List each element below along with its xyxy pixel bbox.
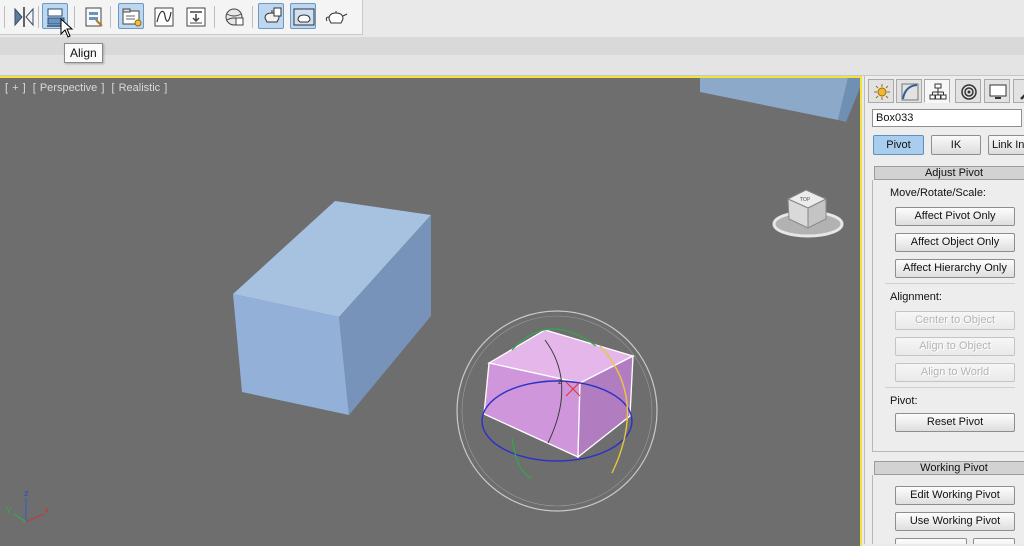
render-teapot-button[interactable] <box>322 3 348 29</box>
toolbar-separator <box>214 6 215 28</box>
hierarchy-tab[interactable] <box>924 79 950 103</box>
affect-pivot-only-button[interactable]: Affect Pivot Only <box>895 207 1015 226</box>
gizmo-axis-label: z <box>558 377 562 386</box>
create-star-icon <box>874 84 890 100</box>
viewport-label[interactable]: [ + ] [ Perspective ] [ Realistic ] <box>5 82 170 94</box>
display-monitor-icon <box>989 84 1007 99</box>
layer-manager-icon <box>85 7 103 27</box>
toolbar-separator <box>110 6 111 28</box>
group-divider <box>885 283 1015 284</box>
main-toolbar <box>0 0 363 35</box>
link-info-mode-button[interactable]: Link Info <box>988 135 1024 155</box>
material-editor-button[interactable] <box>220 3 246 29</box>
rendered-frame-icon <box>293 8 315 26</box>
affect-hierarchy-only-button[interactable]: Affect Hierarchy Only <box>895 259 1015 278</box>
mouse-cursor-icon <box>60 18 74 38</box>
toolbar-separator <box>252 6 253 28</box>
utilities-tab[interactable] <box>1013 79 1024 103</box>
adjust-pivot-title: Adjust Pivot <box>924 167 984 179</box>
working-pivot-title: Working Pivot <box>920 462 988 474</box>
axis-tripod: z x y <box>6 489 50 523</box>
scene-explorer-icon <box>122 8 142 27</box>
pivot-mode-button[interactable]: Pivot <box>873 135 924 155</box>
align-tooltip: Align <box>64 43 103 63</box>
panel-button-cutoff[interactable] <box>895 538 967 544</box>
viewcube-label: TOP <box>799 197 810 203</box>
reset-pivot-button[interactable]: Reset Pivot <box>895 413 1015 432</box>
mirror-icon <box>14 7 34 27</box>
modify-curve-icon <box>901 83 919 101</box>
toolbar-separator <box>38 6 39 28</box>
adjust-pivot-rollout-header[interactable]: Adjust Pivot − <box>874 166 1024 180</box>
group-divider <box>885 387 1015 388</box>
schematic-view-icon <box>186 7 206 27</box>
ribbon-strip <box>0 37 1024 55</box>
viewcube[interactable]: TOP <box>772 189 844 238</box>
move-rotate-scale-label: Move/Rotate/Scale: <box>890 187 986 199</box>
motion-icon <box>961 84 977 100</box>
scene-explorer-button[interactable] <box>118 3 144 29</box>
viewport-shading-mode[interactable]: [ Realistic ] <box>111 82 167 94</box>
create-tab[interactable] <box>868 79 894 103</box>
axis-y-label: y <box>6 505 12 515</box>
motion-tab[interactable] <box>955 79 981 103</box>
rendered-frame-button[interactable] <box>290 3 316 29</box>
display-tab[interactable] <box>984 79 1010 103</box>
utilities-wrench-icon <box>1020 94 1024 100</box>
axis-z-label: z <box>24 489 29 499</box>
viewport-point-of-view[interactable]: [ Perspective ] <box>33 82 105 94</box>
viewport-menu-plus[interactable]: [ + ] <box>5 82 26 94</box>
curve-editor-icon <box>154 7 174 27</box>
panel-button-cutoff[interactable] <box>973 538 1015 544</box>
pivot-group-label: Pivot: <box>890 395 918 407</box>
object-name-field[interactable]: Box033 <box>872 109 1022 127</box>
material-editor-icon <box>225 8 244 26</box>
axis-x-label: x <box>44 506 50 516</box>
align-to-world-button[interactable]: Align to World <box>895 363 1015 382</box>
affect-object-only-button[interactable]: Affect Object Only <box>895 233 1015 252</box>
schematic-view-button[interactable] <box>182 3 208 29</box>
render-teapot-icon <box>325 11 348 24</box>
render-setup-icon <box>264 7 282 23</box>
command-panel: Box033 Pivot IK Link Info Adjust Pivot −… <box>864 76 1024 544</box>
working-pivot-rollout-header[interactable]: Working Pivot − <box>874 461 1024 475</box>
ik-mode-button[interactable]: IK <box>931 135 981 155</box>
viewport-scene[interactable]: z TOP z x y <box>0 78 860 546</box>
align-to-object-button[interactable]: Align to Object <box>895 337 1015 356</box>
use-working-pivot-button[interactable]: Use Working Pivot <box>895 512 1015 531</box>
layer-manager-button[interactable] <box>80 3 106 29</box>
perspective-viewport[interactable]: z TOP z x y [ + ] [ Perspective ] [ Real… <box>0 76 862 546</box>
curve-editor-button[interactable] <box>150 3 176 29</box>
alignment-label: Alignment: <box>890 291 942 303</box>
hierarchy-icon <box>929 83 947 100</box>
toolbar-separator <box>4 6 5 28</box>
ribbon-strip-lower <box>0 55 1024 76</box>
render-setup-button[interactable] <box>258 3 284 29</box>
mirror-button[interactable] <box>10 3 36 29</box>
edit-working-pivot-button[interactable]: Edit Working Pivot <box>895 486 1015 505</box>
blue-box-object[interactable] <box>233 201 431 415</box>
toolbar-separator <box>74 6 75 28</box>
center-to-object-button[interactable]: Center to Object <box>895 311 1015 330</box>
modify-tab[interactable] <box>896 79 922 103</box>
background-box[interactable] <box>700 78 860 122</box>
